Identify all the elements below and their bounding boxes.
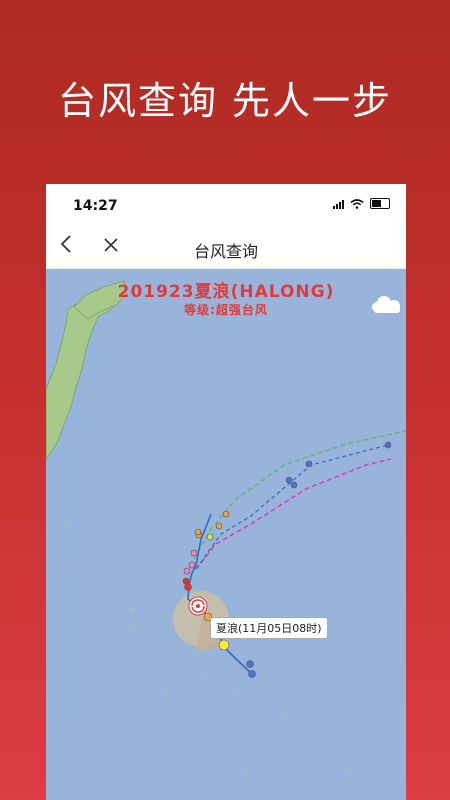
status-time: 14:27 (73, 198, 118, 214)
status-icons (333, 198, 390, 209)
typhoon-position-tooltip: 夏浪(11月05日08时) (210, 617, 328, 639)
typhoon-icon (188, 596, 208, 616)
nav-bar: 台风查询 (46, 228, 406, 269)
battery-icon (370, 198, 390, 209)
typhoon-map[interactable]: 201923夏浪(HALONG) 等级:超强台风 夏浪(11月05日08时) (46, 269, 406, 800)
status-bar: 14:27 (46, 184, 406, 228)
wifi-icon (350, 198, 364, 209)
forecast-track-blue (195, 444, 389, 570)
islands (65, 523, 377, 790)
typhoon-level: 等级:超强台风 (184, 303, 268, 317)
map-canvas (46, 280, 406, 790)
page-title: 台风查询 (193, 242, 258, 261)
signal-icon (333, 199, 344, 209)
forecast-track-green (193, 430, 406, 560)
phone-frame: 14:27 台风查询 201923夏浪(HALONG) 等级:超强台风 夏浪(1… (46, 184, 406, 800)
typhoon-title: 201923夏浪(HALONG) (117, 282, 335, 302)
promo-headline: 台风查询 先人一步 (57, 79, 393, 123)
